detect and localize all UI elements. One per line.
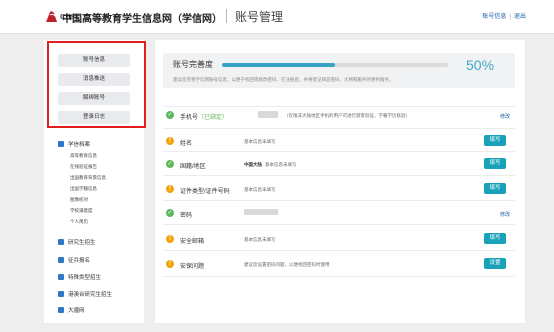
row-divider [163, 151, 515, 152]
menu-unbind-account[interactable]: 解绑账号 [58, 92, 130, 105]
fill-nationality-button[interactable]: 填写 [484, 158, 506, 169]
archive-icon [58, 141, 64, 147]
nav-sub-overseas-edu[interactable]: 出国教育背景信息 [70, 175, 106, 181]
row-divider [163, 200, 515, 201]
field-label-email: 安全邮箱 [180, 239, 205, 245]
logout-link[interactable]: 退出 [514, 14, 526, 20]
row-divider [163, 250, 515, 251]
logo-mark-icon [46, 11, 57, 22]
nationality-value: 中国大陆 [244, 162, 262, 167]
field-value-name: 基本信息未填写 [244, 139, 276, 144]
completeness-bar [222, 63, 448, 67]
edit-phone-link[interactable]: 修改 [500, 113, 510, 120]
row-divider [163, 106, 515, 107]
nav-label: 学信档案 [68, 142, 91, 148]
document-icon [58, 274, 64, 280]
header-divider [226, 9, 227, 23]
nav-label: 研究生招生 [68, 240, 96, 246]
grid-icon [58, 307, 64, 313]
nav-special-admission[interactable]: 特殊类型招生 [58, 273, 101, 281]
check-circle-icon: ✓ [166, 209, 174, 217]
row-divider [163, 175, 515, 176]
nav-hk-mo-tw-admission[interactable]: 港澳台研究生招生 [58, 290, 112, 298]
phone-bound-status: （已绑定） [198, 115, 229, 121]
top-links: 账号信息 | 退出 [482, 11, 526, 20]
field-value-phone: （仅限非大陆地区手机的用户可进行游客验证，学籍学历核验） [284, 113, 410, 118]
field-label-nationality: 国籍/地区 [180, 164, 206, 170]
flag-icon [58, 257, 64, 263]
menu-account-info[interactable]: 账号信息 [58, 54, 130, 67]
nav-sub-overseas-status[interactable]: 出国学籍信息 [70, 186, 97, 192]
nav-dajiang[interactable]: 大疆网 [58, 306, 85, 314]
nav-label: 征兵报名 [68, 258, 91, 264]
nav-sub-resume[interactable]: 个人简历 [70, 219, 88, 225]
phone-label: 手机号 [180, 115, 199, 121]
nav-sub-satisfaction[interactable]: 学校满意度 [70, 208, 93, 214]
nationality-note: 基本信息未填写 [265, 162, 297, 167]
field-value-nationality: 中国大陆 基本信息未填写 [244, 162, 297, 168]
masked-password [244, 209, 278, 215]
account-info-link[interactable]: 账号信息 [482, 14, 506, 20]
row-divider [163, 128, 515, 129]
row-divider [163, 276, 515, 277]
field-label-password: 密码 [180, 213, 193, 219]
edit-password-link[interactable]: 修改 [500, 211, 510, 218]
menu-message-push[interactable]: 消息推送 [58, 73, 130, 86]
fill-email-button[interactable]: 填写 [484, 233, 506, 244]
check-circle-icon: ✓ [166, 111, 174, 119]
nav-grad-admission[interactable]: 研究生招生 [58, 238, 96, 246]
link-separator: | [509, 14, 511, 20]
field-label-security-question: 安保问题 [180, 264, 205, 270]
site-name: 中国高等教育学生信息网（学信网） [62, 14, 222, 25]
nav-label: 大疆网 [68, 308, 85, 314]
exclamation-circle-icon: ! [166, 260, 174, 268]
nav-label: 特殊类型招生 [68, 275, 102, 281]
people-icon [58, 291, 64, 297]
exclamation-circle-icon: ! [166, 185, 174, 193]
masked-phone-number [258, 111, 278, 118]
field-value-email: 基本信息未填写 [244, 237, 276, 242]
completeness-hint: 建议您完善学信网账号信息，以便于找回或修改密码、在注册后，并将登记目前密码、大将… [173, 77, 394, 82]
nav-label: 港澳台研究生招生 [68, 292, 113, 298]
completeness-label: 账号完善度 [173, 60, 213, 69]
nav-sub-online-report[interactable]: 在线验证报告 [70, 164, 97, 170]
nav-sub-image-check[interactable]: 图像校对 [70, 197, 88, 203]
menu-login-log[interactable]: 登录日志 [58, 111, 130, 124]
page-title: 账号管理 [235, 10, 284, 24]
field-label-phone: 手机号（已绑定） [180, 112, 228, 121]
graduate-icon [58, 239, 64, 245]
nav-sub-higher-edu[interactable]: 高等教育信息 [70, 153, 97, 159]
check-circle-icon: ✓ [166, 160, 174, 168]
completeness-bar-fill [222, 63, 335, 67]
field-value-security-question: 建议您设置密码问题，以便找回密码时使用 [244, 262, 330, 267]
fill-id-button[interactable]: 填写 [484, 183, 506, 194]
field-value-id: 基本信息未填写 [244, 187, 276, 192]
field-label-name: 姓名 [180, 141, 193, 147]
nav-xuexin-archive[interactable]: 学信档案 [58, 140, 90, 148]
exclamation-circle-icon: ! [166, 137, 174, 145]
row-divider [163, 224, 515, 225]
completeness-percent: 50% [466, 57, 495, 73]
exclamation-circle-icon: ! [166, 235, 174, 243]
set-security-question-button[interactable]: 设置 [484, 258, 506, 269]
field-label-id: 证件类型/证件号码 [180, 189, 230, 195]
nav-enlistment[interactable]: 征兵报名 [58, 256, 90, 264]
fill-name-button[interactable]: 填写 [484, 135, 506, 146]
